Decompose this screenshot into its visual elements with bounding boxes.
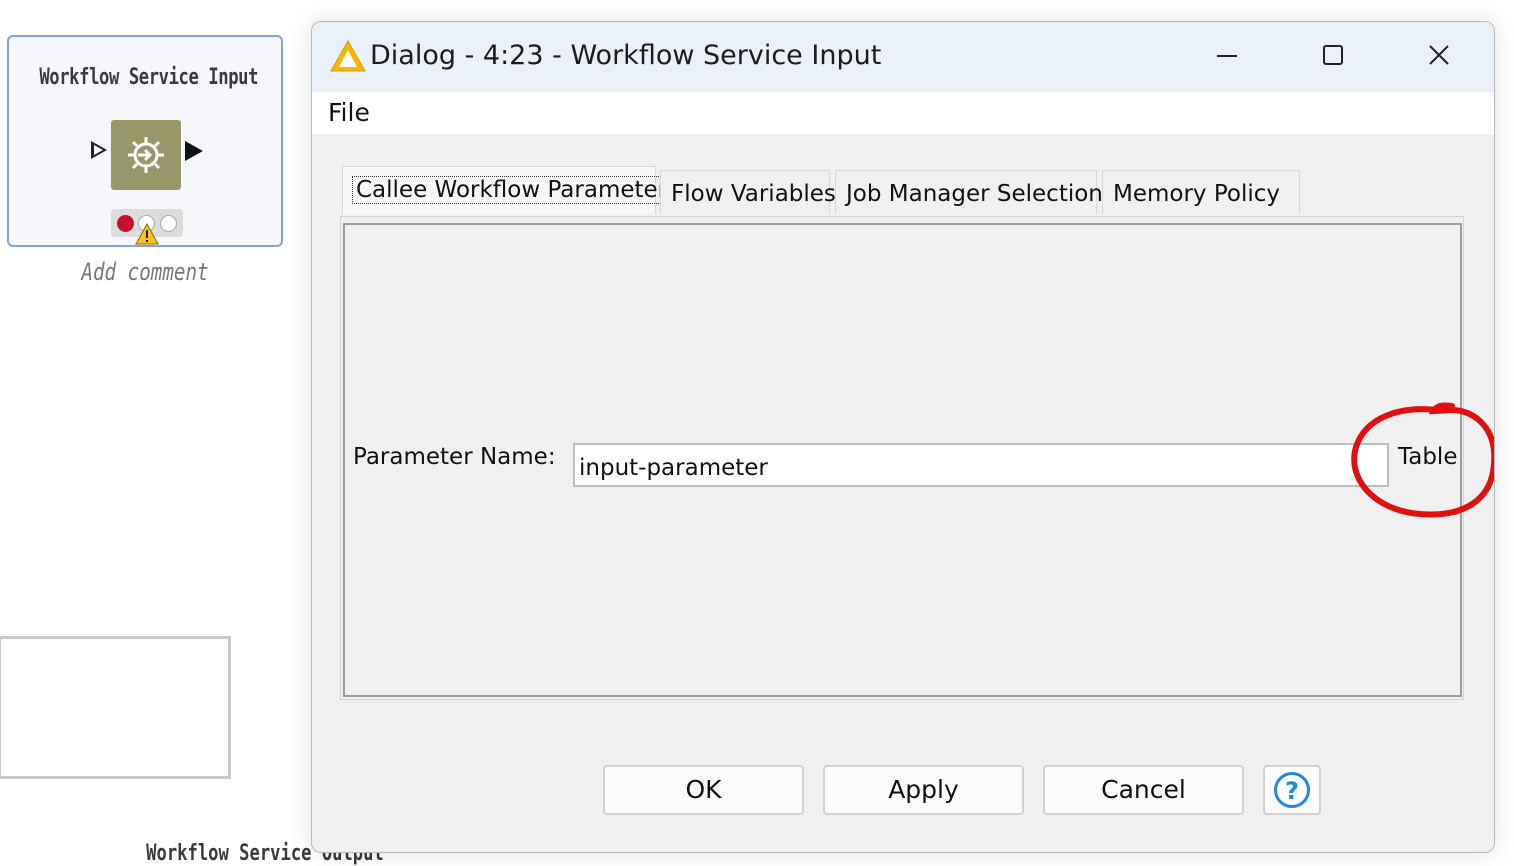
workflow-annotation-box[interactable] (0, 636, 231, 779)
maximize-icon (1323, 45, 1343, 65)
tab-label: Job Manager Selection (846, 181, 1103, 207)
red-annotation-circle (1351, 402, 1494, 518)
minimize-button[interactable] (1176, 22, 1276, 88)
close-button[interactable] (1388, 22, 1488, 88)
node-title: Workflow Service Input (39, 65, 259, 90)
input-port-icon[interactable] (91, 141, 107, 159)
cancel-button[interactable]: Cancel (1043, 765, 1244, 815)
tab-label: Callee Workflow Parameter (351, 176, 672, 204)
menu-file[interactable]: File (328, 98, 370, 127)
close-icon (1429, 45, 1449, 65)
workflow-service-input-node[interactable]: Workflow Service Input (7, 35, 283, 247)
node-warning-icon (135, 223, 159, 245)
help-icon: ? (1274, 772, 1310, 808)
apply-button[interactable]: Apply (823, 765, 1024, 815)
dialog-titlebar[interactable]: Dialog - 4:23 - Workflow Service Input (312, 22, 1494, 92)
output-port-icon[interactable] (185, 141, 203, 161)
minimize-icon (1217, 55, 1237, 57)
maximize-button[interactable] (1282, 22, 1382, 88)
tab-flow-variables[interactable]: Flow Variables (660, 170, 836, 214)
tab-job-manager-selection[interactable]: Job Manager Selection (835, 170, 1103, 214)
tab-memory-policy[interactable]: Memory Policy (1102, 170, 1300, 214)
node-gear-icon[interactable] (111, 120, 181, 190)
warning-triangle-icon (330, 40, 366, 72)
tab-label: Flow Variables (671, 181, 836, 207)
parameter-name-input[interactable] (573, 443, 1389, 487)
parameter-name-label: Parameter Name: (353, 444, 556, 470)
node-dialog-window: Dialog - 4:23 - Workflow Service Input F… (311, 21, 1495, 853)
dialog-menubar: File (312, 92, 1494, 134)
help-button[interactable]: ? (1263, 765, 1321, 815)
status-green-off-icon (160, 215, 177, 232)
add-comment-label[interactable]: Add comment (29, 258, 261, 286)
dialog-title: Dialog - 4:23 - Workflow Service Input (370, 40, 882, 71)
tab-label: Memory Policy (1113, 181, 1281, 207)
ok-button[interactable]: OK (603, 765, 804, 815)
svg-text:?: ? (1285, 777, 1299, 805)
status-red-icon (117, 215, 134, 232)
tab-callee-workflow-parameter[interactable]: Callee Workflow Parameter (342, 166, 672, 214)
